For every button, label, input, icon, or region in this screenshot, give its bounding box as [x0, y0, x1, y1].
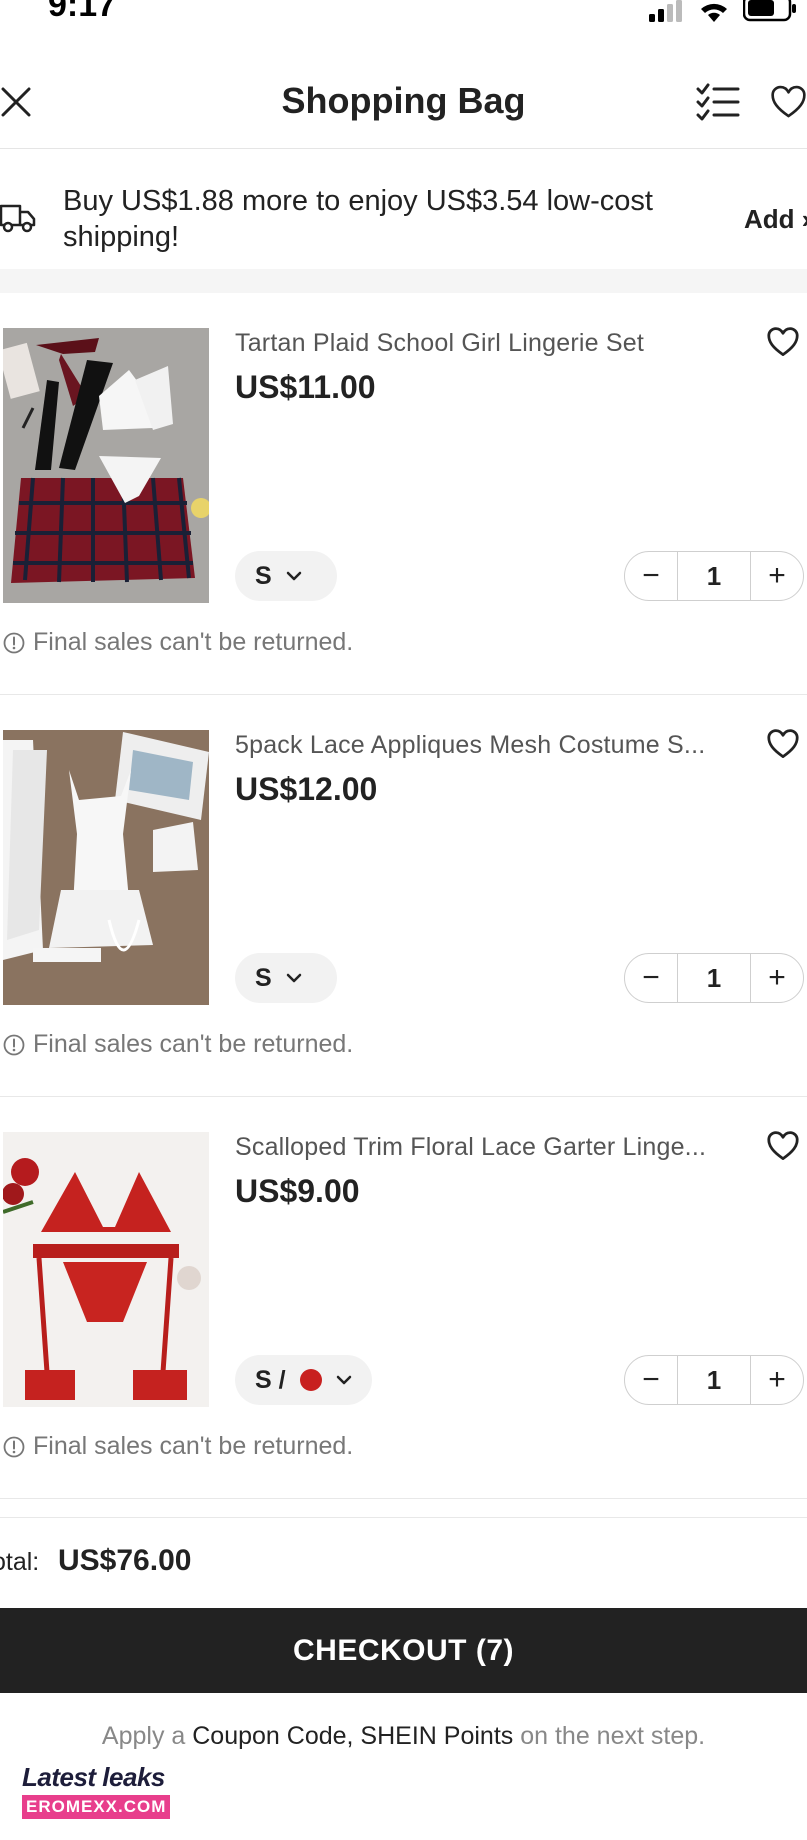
product-image[interactable] [3, 730, 209, 1005]
product-title[interactable]: 5pack Lace Appliques Mesh Costume S... [235, 731, 735, 760]
final-sale-text: Final sales can't be returned. [33, 1432, 354, 1460]
truck-icon [0, 204, 36, 233]
coupon-highlight: Coupon Code, SHEIN Points [192, 1722, 514, 1750]
cart-item: 5pack Lace Appliques Mesh Costume S... U… [0, 695, 807, 1097]
shipping-message: Buy US$1.88 more to enjoy US$3.54 low-co… [63, 185, 653, 253]
wishlist-toggle[interactable] [766, 1131, 800, 1166]
quantity-stepper: − 1 + [624, 953, 804, 1003]
decrease-quantity-button[interactable]: − [625, 1356, 677, 1404]
wishlist-button[interactable] [770, 80, 807, 124]
info-icon [3, 1436, 25, 1457]
status-time: 9:17 [48, 0, 117, 24]
chevron-down-icon [286, 973, 301, 983]
coupon-note: Apply a Coupon Code, SHEIN Points on the… [0, 1722, 807, 1751]
battery-icon [743, 0, 796, 22]
minus-icon: − [642, 1363, 660, 1396]
quantity-value[interactable]: 1 [677, 552, 751, 600]
cart-item: Scalloped Trim Floral Lace Garter Linge.… [0, 1097, 807, 1499]
heart-icon [771, 85, 806, 118]
plus-icon: + [768, 559, 786, 592]
product-price: US$11.00 [235, 369, 376, 405]
info-icon [3, 1034, 25, 1055]
size-color-selector[interactable]: S / [235, 1355, 372, 1405]
total-value: US$76.00 [58, 1544, 192, 1577]
total-row: otal: US$76.00 [0, 1517, 807, 1608]
heart-icon [767, 1131, 799, 1161]
decrease-quantity-button[interactable]: − [625, 954, 677, 1002]
increase-quantity-button[interactable]: + [751, 1356, 803, 1404]
final-sale-notice: Final sales can't be returned. [3, 1030, 353, 1059]
divider-band [0, 269, 807, 293]
plus-icon: + [768, 1363, 786, 1396]
add-more-link[interactable]: Add › [744, 204, 807, 235]
product-title[interactable]: Scalloped Trim Floral Lace Garter Linge.… [235, 1133, 735, 1162]
watermark: Latest leaks EROMEXX.COM [22, 1762, 171, 1819]
cart-item: Tartan Plaid School Girl Lingerie Set US… [0, 293, 807, 695]
quantity-stepper: − 1 + [624, 551, 804, 601]
wifi-icon [701, 3, 727, 22]
final-sale-text: Final sales can't be returned. [33, 1030, 354, 1058]
quantity-value[interactable]: 1 [677, 1356, 751, 1404]
wishlist-toggle[interactable] [766, 729, 800, 764]
checklist-icon [696, 83, 740, 121]
chevron-down-icon [286, 571, 301, 581]
wishlist-toggle[interactable] [766, 327, 800, 362]
product-price: US$9.00 [235, 1173, 360, 1209]
cellular-signal-icon [649, 0, 682, 22]
final-sale-notice: Final sales can't be returned. [3, 628, 353, 657]
quantity-stepper: − 1 + [624, 1355, 804, 1405]
product-price: US$12.00 [235, 771, 378, 807]
size-selector[interactable]: S [235, 551, 337, 601]
size-value: S [255, 561, 272, 590]
info-icon [3, 632, 25, 653]
increase-quantity-button[interactable]: + [751, 954, 803, 1002]
size-value: S [255, 963, 272, 992]
coupon-suffix: on the next step. [520, 1722, 706, 1750]
product-title[interactable]: Tartan Plaid School Girl Lingerie Set [235, 329, 735, 358]
product-image[interactable] [3, 1132, 209, 1407]
plus-icon: + [768, 961, 786, 994]
add-more-label: Add [744, 204, 795, 234]
heart-icon [767, 327, 799, 357]
total-label: otal: [0, 1548, 40, 1576]
status-icons [647, 0, 797, 22]
coupon-prefix: Apply a [101, 1722, 186, 1750]
decrease-quantity-button[interactable]: − [625, 552, 677, 600]
final-sale-text: Final sales can't be returned. [33, 628, 354, 656]
minus-icon: − [642, 559, 660, 592]
checkout-button[interactable]: CHECKOUT (7) [0, 1608, 807, 1693]
heart-icon [767, 729, 799, 759]
shipping-banner: Buy US$1.88 more to enjoy US$3.54 low-co… [0, 149, 807, 269]
page-title: Shopping Bag [281, 80, 526, 121]
checklist-button[interactable] [694, 80, 742, 124]
size-selector[interactable]: S [235, 953, 337, 1003]
color-swatch [299, 1369, 322, 1391]
chevron-right-icon: › [802, 204, 807, 234]
checkout-label: CHECKOUT (7) [293, 1633, 514, 1667]
final-sale-notice: Final sales can't be returned. [3, 1432, 353, 1461]
quantity-value[interactable]: 1 [677, 954, 751, 1002]
header: Shopping Bag [0, 60, 807, 149]
increase-quantity-button[interactable]: + [751, 552, 803, 600]
chevron-down-icon [336, 1375, 351, 1385]
size-value: S / [255, 1365, 286, 1394]
watermark-line2: EROMEXX.COM [22, 1795, 171, 1819]
watermark-line1: Latest leaks [22, 1762, 165, 1792]
product-image[interactable] [3, 328, 209, 603]
minus-icon: − [642, 961, 660, 994]
